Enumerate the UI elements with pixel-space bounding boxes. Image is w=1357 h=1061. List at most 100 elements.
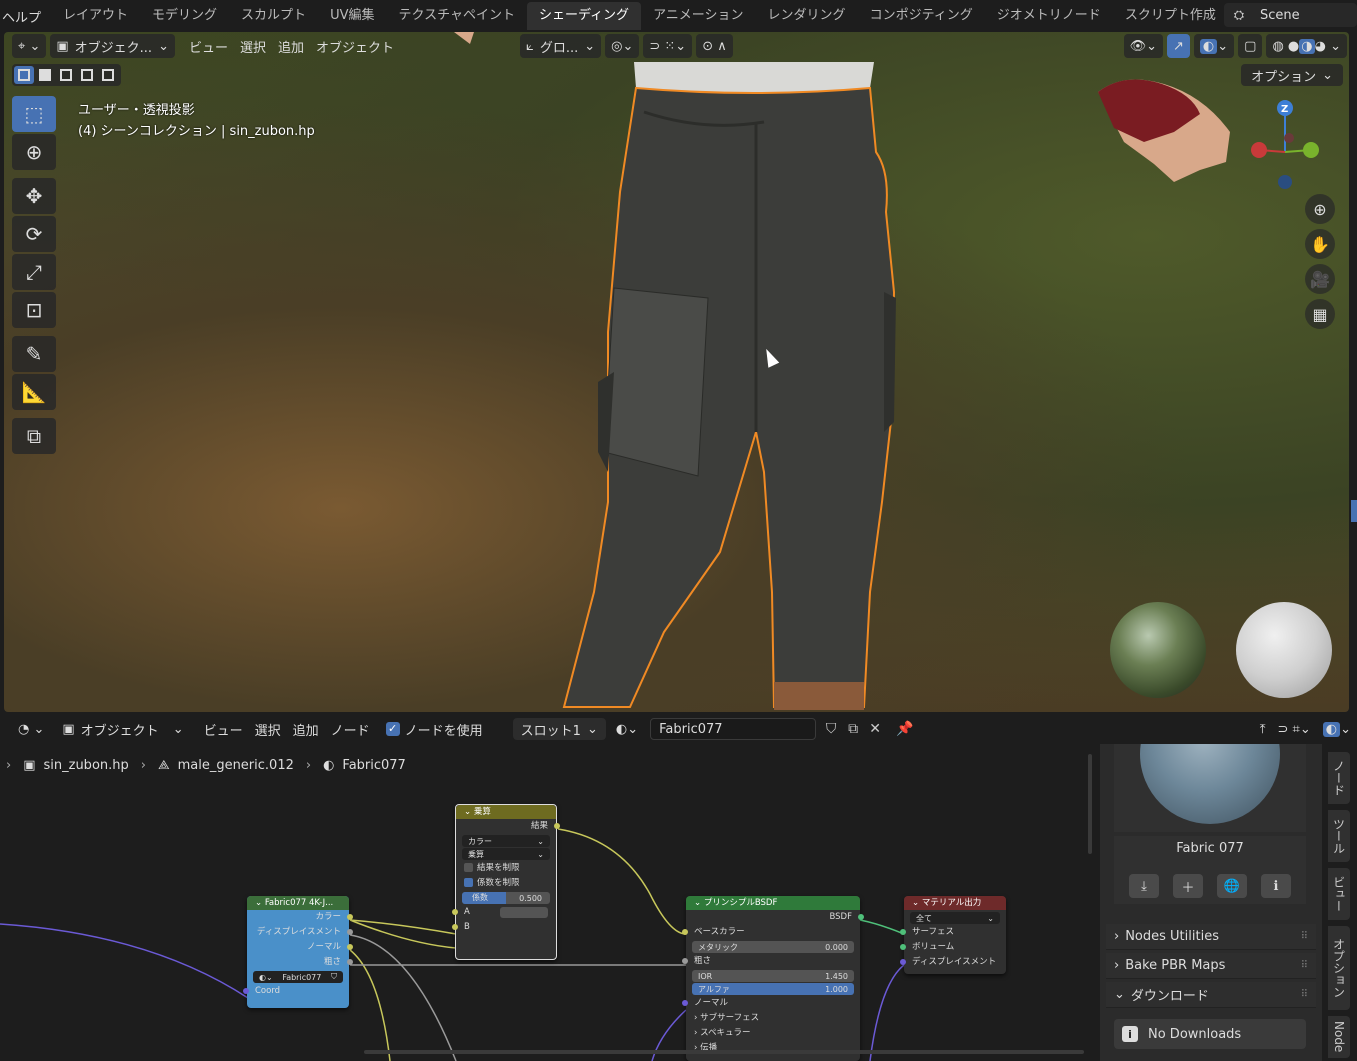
normal-input-socket[interactable]: ノーマル [682,996,860,1011]
input-a-socket[interactable]: A [452,905,556,920]
metallic-field[interactable]: メタリック 0.000 [692,941,854,953]
info-icon[interactable]: ℹ [1261,874,1291,898]
select-subtract-button[interactable] [56,66,76,84]
menu-help[interactable]: ヘルプ [0,7,51,26]
camera-icon[interactable]: 🎥 [1305,264,1335,294]
menu-node[interactable]: ノード [325,718,376,740]
input-b-socket[interactable]: B [452,920,556,935]
bake-pbr-panel[interactable]: › Bake PBR Maps ⠿ [1106,953,1316,979]
editor-type-dropdown[interactable]: ◔ ⌄ [12,718,50,740]
clamp-factor-checkbox[interactable]: 係数を制限 [456,876,556,891]
slot-dropdown[interactable]: スロット1 ⌄ [512,718,606,740]
fake-user-shield-icon[interactable]: ⛉ [820,718,842,740]
tab-sculpt[interactable]: スカルプト [229,2,318,30]
specular-panel[interactable]: › スペキュラー [686,1026,860,1041]
tab-uv-editing[interactable]: UV編集 [318,2,386,30]
grid-view-icon[interactable]: ▦ [1305,299,1335,329]
transform-tool[interactable]: ⊡ [12,292,56,328]
menu-object[interactable]: オブジェクト [310,34,400,58]
displacement-output-socket[interactable]: ディスプレイスメント [247,925,353,940]
alpha-field[interactable]: アルファ 1.000 [692,983,854,995]
normal-output-socket[interactable]: ノーマル [247,940,353,955]
bsdf-output-socket[interactable]: BSDF [686,910,864,925]
measure-tool[interactable]: 📐 [12,374,56,410]
proportional-edit-toggle[interactable]: ⊙ ∧ [696,34,733,58]
subsurface-panel[interactable]: › サブサーフェス [686,1011,860,1026]
tab-node[interactable]: ノード [1328,752,1350,804]
color-output-socket[interactable]: カラー [247,910,353,925]
zoom-icon[interactable]: ⊕ [1305,194,1335,224]
globe-icon[interactable]: 🌐 [1217,874,1247,898]
sidebar-toggle[interactable] [1351,500,1357,522]
menu-view[interactable]: ビュー [198,718,249,740]
tab-modeling[interactable]: モデリング [140,2,229,30]
menu-view[interactable]: ビュー [183,34,234,58]
parent-node-icon[interactable]: ⤒ [1254,718,1272,740]
options-dropdown[interactable]: オプション ⌄ [1241,64,1343,86]
menu-add[interactable]: 追加 [272,34,310,58]
scene-selector[interactable]: ⛭ Scene [1224,3,1357,27]
vertical-scrollbar[interactable] [1088,754,1092,854]
use-nodes-checkbox[interactable]: ✓ ノードを使用 [385,720,483,739]
tab-geometry-nodes[interactable]: ジオメトリノード [985,2,1113,30]
transform-orientation-dropdown[interactable]: ⟀ グロ... ⌄ [520,34,602,58]
drag-grip-icon[interactable]: ⠿ [1301,960,1308,971]
roughness-output-socket[interactable]: 粗さ [247,955,353,970]
visibility-dropdown[interactable]: 👁⌄ [1123,34,1163,58]
interaction-mode-dropdown[interactable]: ▣ オブジェク... ⌄ [50,34,175,58]
tab-options[interactable]: オプション [1328,926,1350,1010]
tab-view[interactable]: ビュー [1328,868,1350,920]
factor-slider[interactable]: 係数 0.500 [462,892,550,904]
tab-compositing[interactable]: コンポジティング [858,2,985,30]
snap-toggle[interactable]: ⊃ ⁙⌄ [643,34,693,58]
select-invert-button[interactable] [77,66,97,84]
ior-field[interactable]: IOR 1.450 [692,970,854,982]
close-icon[interactable]: ✕ [864,718,886,740]
tab-animation[interactable]: アニメーション [641,2,755,30]
tab-tool[interactable]: ツール [1328,810,1350,862]
move-tool[interactable]: ✥ [12,178,56,214]
select-intersect-button[interactable] [98,66,118,84]
tab-shading[interactable]: シェーディング [526,2,642,30]
tab-layout[interactable]: レイアウト [51,2,140,30]
drag-grip-icon[interactable]: ⠿ [1301,931,1308,942]
rotate-tool[interactable]: ⟳ [12,216,56,252]
pan-hand-icon[interactable]: ✋ [1305,229,1335,259]
multiply-node[interactable]: ⌄ 乗算 結果 カラー ⌄ 乗算 ⌄ 結果を制限 係数を制限 係数 0.500 A … [452,804,560,960]
node-editor-canvas[interactable]: › ▣ sin_zubon.hp › ⟁ male_generic.012 › … [0,744,1092,1061]
select-extend-button[interactable] [35,66,55,84]
texture-group-node[interactable]: ⌄ Fabric077 4K-J... カラー ディスプレイスメント ノーマル … [243,896,353,1008]
duplicate-icon[interactable]: ⧉ [842,718,864,740]
volume-socket[interactable]: ボリューム [900,940,1006,955]
multiply-result-socket[interactable]: 結果 [456,819,560,834]
material-output-node[interactable]: ⌄ マテリアル出力 全て ⌄ サーフェス ボリューム ディスプレイスメント [900,896,1006,974]
scale-tool[interactable]: ⤢ [12,254,56,290]
select-box-tool[interactable]: ⬚ [12,96,56,132]
add-cube-tool[interactable]: ⧉ [12,418,56,454]
editor-type-dropdown[interactable]: ⌖ ⌄ [12,34,47,58]
menu-select[interactable]: 選択 [234,34,272,58]
displacement-socket[interactable]: ディスプレイスメント [900,955,1006,970]
coord-input-socket[interactable]: Coord [243,984,349,999]
roughness-input-socket[interactable]: 粗さ [682,954,860,969]
select-new-button[interactable] [14,66,34,84]
download-icon[interactable]: ⤓ [1129,874,1159,898]
gizmo-toggle[interactable]: ↗ [1167,34,1190,58]
nodes-utilities-panel[interactable]: › Nodes Utilities ⠿ [1106,924,1316,950]
annotate-tool[interactable]: ✎ [12,336,56,372]
render-target-dropdown[interactable]: 全て ⌄ [910,912,1000,924]
shader-type-dropdown[interactable]: ▣ オブジェクト ⌄ [56,718,189,740]
tab-scripting[interactable]: スクリプト作成 [1113,2,1228,30]
navigation-gizmo[interactable]: Z [1235,92,1335,202]
download-panel[interactable]: ⌄ ダウンロード ⠿ [1106,982,1316,1008]
blend-mode-dropdown[interactable]: 乗算 ⌄ [462,848,550,860]
base-color-socket[interactable]: ベースカラー [682,925,860,940]
material-browse-button[interactable]: ◐⌄ [610,718,644,740]
tab-rendering[interactable]: レンダリング [756,2,858,30]
principled-bsdf-node[interactable]: ⌄ プリンシプルBSDF BSDF ベースカラー メタリック 0.000 粗さ I… [682,896,864,1061]
overlay-toggle[interactable]: ◐ ⌄ [1317,718,1357,740]
tab-node-wrangler[interactable]: Node [1328,1016,1350,1058]
material-name-field[interactable]: Fabric077 [650,718,817,740]
overlay-toggle[interactable]: ◐ ⌄ [1193,34,1235,58]
xray-toggle[interactable]: ▢ [1238,34,1263,58]
